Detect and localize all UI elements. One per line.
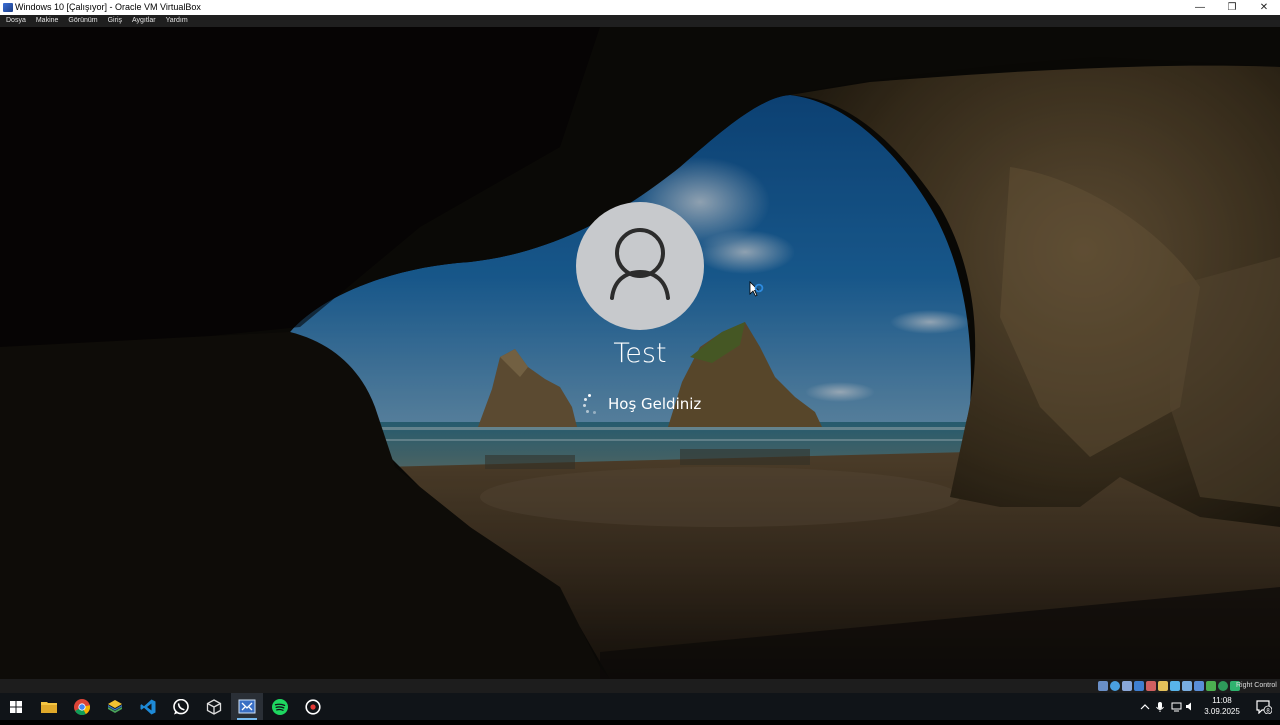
network-icon[interactable]: [1134, 681, 1144, 691]
video-capture-icon[interactable]: [1182, 681, 1192, 691]
menu-input[interactable]: Giriş: [103, 15, 127, 27]
host-taskbar: 11:08 3.09.2025 8: [0, 693, 1280, 720]
layers-icon: [108, 699, 122, 713]
welcome-text: Hoş Geldiniz: [608, 395, 702, 413]
window-title: Windows 10 [Çalışıyor] - Oracle VM Virtu…: [15, 2, 201, 12]
windows-start-icon: [10, 700, 22, 713]
menu-machine[interactable]: Makine: [31, 15, 64, 27]
taskbar-layers-app[interactable]: [99, 693, 131, 720]
user-avatar: [576, 202, 704, 330]
virtualbox-vm-icon: [238, 699, 256, 713]
window-controls: — ❐ ✕: [1184, 0, 1280, 15]
audio-icon[interactable]: [1122, 681, 1132, 691]
shared-folders-icon[interactable]: [1158, 681, 1168, 691]
minimize-button[interactable]: —: [1184, 0, 1216, 15]
taskbar-clock[interactable]: 11:08 3.09.2025: [1196, 695, 1248, 717]
whatsapp-icon: [173, 698, 189, 714]
restore-button[interactable]: ❐: [1216, 0, 1248, 15]
user-silhouette-icon: [610, 228, 670, 300]
host-key-label: Right Control: [1236, 682, 1277, 689]
cpu-icon[interactable]: [1206, 681, 1216, 691]
close-button[interactable]: ✕: [1248, 0, 1280, 15]
taskbar-vscode[interactable]: [132, 693, 164, 720]
chrome-icon: [74, 698, 90, 715]
usb-icon[interactable]: [1146, 681, 1156, 691]
mouse-integration-icon[interactable]: [1218, 681, 1228, 691]
display-icon[interactable]: [1170, 681, 1180, 691]
welcome-status: Hoş Geldiniz: [580, 392, 701, 416]
menu-devices[interactable]: Aygıtlar: [127, 15, 161, 27]
user-name: Test: [613, 338, 667, 369]
menu-view[interactable]: Görünüm: [63, 15, 102, 27]
notification-icon: 8: [1256, 699, 1272, 714]
cube-icon: [206, 698, 222, 715]
taskbar-whatsapp[interactable]: [165, 693, 197, 720]
busy-cursor-icon: [749, 281, 764, 297]
system-tray: [1138, 693, 1194, 720]
taskbar-chrome[interactable]: [66, 693, 98, 720]
vbox-status-bar: Right Control: [0, 679, 1280, 693]
hard-disk-icon[interactable]: [1098, 681, 1108, 691]
vscode-icon: [140, 699, 156, 714]
record-icon: [305, 698, 321, 715]
guest-display[interactable]: Test Hoş Geldiniz: [0, 27, 1280, 679]
action-center-button[interactable]: 8: [1248, 693, 1280, 720]
optical-drive-icon[interactable]: [1110, 681, 1120, 691]
start-button[interactable]: [0, 693, 32, 720]
spotify-icon: [272, 698, 288, 715]
virtualbox-icon: [3, 3, 13, 12]
taskbar-spotify[interactable]: [264, 693, 296, 720]
menu-help[interactable]: Yardım: [161, 15, 193, 27]
spinner-icon: [580, 394, 600, 414]
taskbar-recorder[interactable]: [297, 693, 329, 720]
clock-date: 3.09.2025: [1204, 707, 1240, 716]
taskbar-file-explorer[interactable]: [33, 693, 65, 720]
folder-icon: [41, 702, 57, 713]
menu-file[interactable]: Dosya: [0, 15, 31, 27]
clock-time: 11:08: [1212, 696, 1232, 705]
guest-additions-icon[interactable]: [1194, 681, 1204, 691]
menu-bar: Dosya Makine Görünüm Giriş Aygıtlar Yard…: [0, 15, 1280, 27]
taskbar-virtualbox-vm[interactable]: [231, 693, 263, 720]
taskbar-virtualbox-manager[interactable]: [198, 693, 230, 720]
tray-icons: [1140, 702, 1191, 712]
window-titlebar: Windows 10 [Çalışıyor] - Oracle VM Virtu…: [0, 0, 1280, 15]
